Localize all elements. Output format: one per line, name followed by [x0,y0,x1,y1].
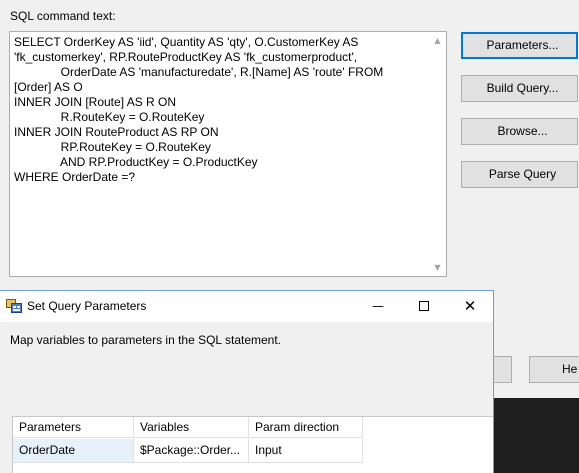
browse-button[interactable]: Browse... [461,118,578,145]
dialog-titlebar[interactable]: Set Query Parameters — ✕ [0,291,493,322]
set-query-parameters-dialog: Set Query Parameters — ✕ Map variables t… [0,290,494,473]
cell-variable-select[interactable]: $Package::Order... [134,439,249,463]
cell-param-direction-select[interactable]: Input [249,439,363,463]
sql-line[interactable]: R.RouteKey = O.RouteKey [14,110,428,125]
dialog-title: Set Query Parameters [27,299,147,313]
cell-parameter-name[interactable]: OrderDate [13,439,134,463]
sql-command-textbox[interactable]: SELECT OrderKey AS 'iid', Quantity AS 'q… [9,31,447,277]
parse-query-button[interactable]: Parse Query [461,161,578,188]
sql-vertical-scrollbar[interactable]: ▲ ▼ [429,32,446,276]
column-header-param-direction[interactable]: Param direction [249,417,363,438]
sql-line[interactable]: AND RP.ProductKey = O.ProductKey [14,155,428,170]
column-header-variables[interactable]: Variables [134,417,249,438]
scroll-down-icon[interactable]: ▼ [429,259,446,276]
column-header-parameters[interactable]: Parameters [13,417,134,438]
sql-command-label: SQL command text: [10,9,116,23]
close-icon[interactable]: ✕ [447,291,493,322]
help-button-partial[interactable]: He [529,356,579,383]
sql-line[interactable]: 'fk_customerkey', RP.RouteProductKey AS … [14,50,428,65]
maximize-icon[interactable] [401,291,447,322]
app-icon [6,299,22,313]
sql-line[interactable]: INNER JOIN RouteProduct AS RP ON [14,125,428,140]
scroll-up-icon[interactable]: ▲ [429,32,446,49]
sql-line[interactable]: SELECT OrderKey AS 'iid', Quantity AS 'q… [14,35,428,50]
parameters-button[interactable]: Parameters... [461,32,578,59]
build-query-button[interactable]: Build Query... [461,75,578,102]
sql-line[interactable]: RP.RouteKey = O.RouteKey [14,140,428,155]
sql-line[interactable]: [Order] AS O [14,80,428,95]
parameter-mapping-grid[interactable]: Parameters Variables Param direction Ord… [12,416,493,473]
sql-line[interactable]: OrderDate AS 'manufacturedate', R.[Name]… [14,65,428,80]
sql-line[interactable]: WHERE OrderDate =? [14,170,428,185]
minimize-icon[interactable]: — [355,291,401,322]
sql-command-text[interactable]: SELECT OrderKey AS 'iid', Quantity AS 'q… [14,35,428,185]
dialog-instruction: Map variables to parameters in the SQL s… [10,333,282,347]
sql-line[interactable]: INNER JOIN [Route] AS R ON [14,95,428,110]
